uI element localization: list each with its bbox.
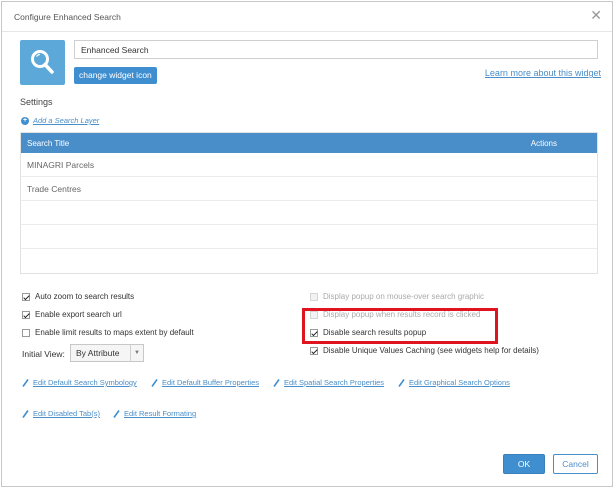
checkbox[interactable]	[22, 310, 30, 319]
pencil-icon	[22, 378, 29, 387]
initial-view-value: By Attribute	[76, 348, 120, 358]
link-label: Edit Default Buffer Properties	[162, 378, 259, 387]
ok-button[interactable]: OK	[503, 454, 545, 474]
checkbox[interactable]	[310, 346, 318, 355]
highlight-box	[302, 308, 498, 344]
option-popup-mouseover: Display popup on mouse-over search graph…	[310, 292, 484, 301]
option-enable-export-url[interactable]: Enable export search url	[22, 310, 122, 319]
pencil-icon	[151, 378, 158, 387]
option-label: Enable export search url	[35, 310, 122, 319]
edit-result-formating-link[interactable]: Edit Result Formating	[113, 409, 196, 418]
option-label: Disable Unique Values Caching (see widge…	[323, 346, 539, 355]
option-disable-unique-caching[interactable]: Disable Unique Values Caching (see widge…	[310, 346, 539, 355]
option-auto-zoom[interactable]: Auto zoom to search results	[22, 292, 134, 301]
option-label: Auto zoom to search results	[35, 292, 135, 301]
link-label: Edit Result Formating	[124, 409, 197, 418]
pencil-icon	[113, 409, 120, 418]
option-label: Enable limit results to maps extent by d…	[35, 328, 194, 337]
edit-spatial-search-properties-link[interactable]: Edit Spatial Search Properties	[273, 378, 384, 387]
initial-view-label: Initial View:	[22, 349, 65, 359]
edit-default-buffer-properties-link[interactable]: Edit Default Buffer Properties	[151, 378, 259, 387]
checkbox[interactable]	[22, 292, 30, 301]
pencil-icon	[273, 378, 280, 387]
edit-default-search-symbology-link[interactable]: Edit Default Search Symbology	[22, 378, 137, 387]
option-limit-extent[interactable]: Enable limit results to maps extent by d…	[22, 328, 194, 337]
edit-disabled-tabs-link[interactable]: Edit Disabled Tab(s)	[22, 409, 100, 418]
link-label: Edit Disabled Tab(s)	[33, 409, 100, 418]
link-label: Edit Graphical Search Options	[409, 378, 510, 387]
checkbox[interactable]	[22, 328, 30, 337]
edit-graphical-search-options-link[interactable]: Edit Graphical Search Options	[398, 378, 510, 387]
checkbox	[310, 292, 318, 301]
link-label: Edit Spatial Search Properties	[284, 378, 385, 387]
option-label: Display popup on mouse-over search graph…	[323, 292, 484, 301]
link-label: Edit Default Search Symbology	[33, 378, 137, 387]
chevron-down-icon[interactable]: ▼	[130, 345, 143, 361]
pencil-icon	[398, 378, 405, 387]
cancel-button[interactable]: Cancel	[553, 454, 598, 474]
pencil-icon	[22, 409, 29, 418]
initial-view-select[interactable]: By Attribute ▼	[70, 344, 144, 362]
